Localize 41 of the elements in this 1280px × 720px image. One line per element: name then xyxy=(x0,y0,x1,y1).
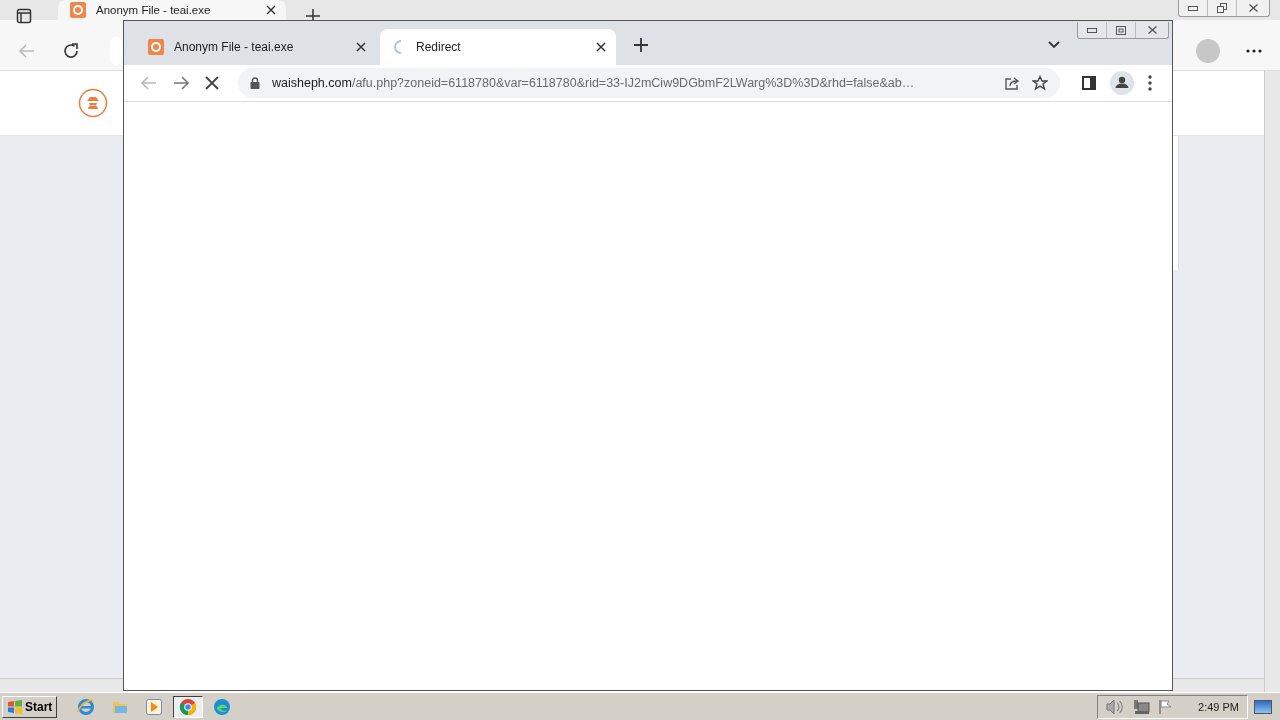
minimize-icon[interactable] xyxy=(1188,5,1198,11)
menu-icon[interactable] xyxy=(1148,75,1152,91)
address-field[interactable] xyxy=(110,37,122,65)
profile-icon[interactable] xyxy=(1110,71,1134,95)
forward-icon[interactable] xyxy=(172,74,190,92)
new-tab-icon[interactable] xyxy=(306,9,320,23)
favicon-icon xyxy=(70,2,86,18)
horizontal-scrollbar[interactable] xyxy=(1172,678,1264,692)
star-icon[interactable] xyxy=(1032,75,1048,91)
vertical-scrollbar[interactable] xyxy=(1264,71,1280,692)
stop-icon[interactable] xyxy=(204,75,220,91)
browser-tab[interactable]: Anonym File - teai.exe xyxy=(58,0,286,20)
browser-tab[interactable]: Anonym File - teai.exe xyxy=(140,29,376,65)
close-icon[interactable] xyxy=(596,42,606,52)
speaker-icon[interactable] xyxy=(1106,698,1125,715)
close-icon[interactable] xyxy=(266,5,276,15)
close-icon[interactable] xyxy=(1147,26,1157,34)
close-icon[interactable] xyxy=(356,42,366,52)
more-icon[interactable] xyxy=(1246,49,1262,53)
browser-tab[interactable]: Redirect xyxy=(380,29,616,65)
chrome-icon[interactable] xyxy=(173,695,204,718)
horizontal-scrollbar[interactable] xyxy=(0,678,123,692)
side-panel-icon[interactable] xyxy=(1082,76,1096,90)
spy-logo-icon[interactable] xyxy=(78,88,108,118)
restore-icon[interactable] xyxy=(1116,25,1126,35)
restore-icon[interactable] xyxy=(1217,3,1227,13)
windows-logo-icon xyxy=(7,699,23,714)
clock[interactable]: 2:49 PM xyxy=(1198,700,1239,713)
close-icon[interactable] xyxy=(1248,4,1258,12)
refresh-icon[interactable] xyxy=(62,42,80,60)
new-tab-icon[interactable] xyxy=(634,38,648,52)
lock-icon[interactable] xyxy=(250,77,260,89)
show-desktop-icon[interactable] xyxy=(1254,699,1272,714)
favicon-icon xyxy=(148,39,164,55)
share-icon[interactable] xyxy=(1004,75,1020,91)
chevron-down-icon[interactable] xyxy=(1048,41,1060,49)
start-button[interactable]: Start xyxy=(2,695,58,718)
minimize-icon[interactable] xyxy=(1087,27,1097,33)
network-icon[interactable] xyxy=(1132,698,1151,715)
tab-actions-icon[interactable] xyxy=(16,8,32,24)
loading-spinner-icon xyxy=(394,40,402,54)
